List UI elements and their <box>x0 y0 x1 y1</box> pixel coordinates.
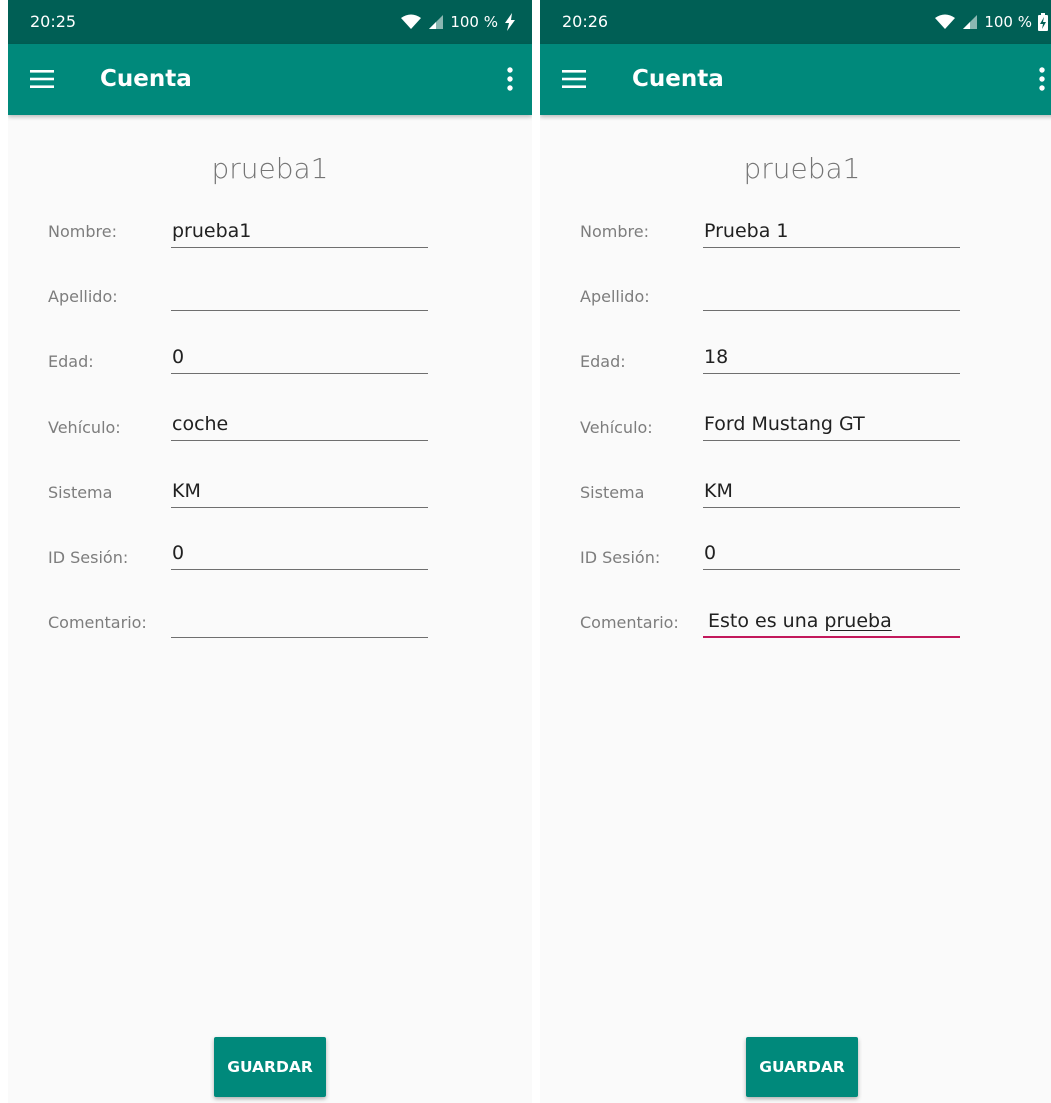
phone-screen-after: 20:26 100 % Cuenta prueba1 Nombre: Prueb… <box>540 0 1051 1103</box>
label-id-sesion: ID Sesión: <box>48 548 129 567</box>
status-time: 20:25 <box>30 12 77 31</box>
status-time: 20:26 <box>562 12 609 31</box>
battery-percent: 100 % <box>984 13 1032 31</box>
cell-signal-icon <box>963 15 978 29</box>
more-vertical-icon[interactable] <box>506 66 514 92</box>
app-bar: Cuenta <box>8 44 532 115</box>
app-bar-title: Cuenta <box>632 66 724 92</box>
label-edad: Edad: <box>580 352 626 371</box>
cell-signal-icon <box>429 15 444 29</box>
save-button[interactable]: GUARDAR <box>746 1037 858 1097</box>
label-vehiculo: Vehículo: <box>48 418 121 437</box>
app-bar-title: Cuenta <box>100 66 192 92</box>
status-bar: 20:26 100 % <box>540 0 1051 44</box>
wifi-icon <box>401 14 422 29</box>
vehiculo-field[interactable] <box>171 407 428 441</box>
account-name-heading: prueba1 <box>743 152 861 185</box>
nombre-field[interactable] <box>703 214 960 248</box>
battery-charging-icon <box>1038 13 1048 31</box>
charging-bolt-icon <box>505 13 515 31</box>
save-button[interactable]: GUARDAR <box>214 1037 326 1097</box>
comentario-text: Esto es una <box>708 610 825 632</box>
sistema-field[interactable] <box>171 474 428 508</box>
more-vertical-icon[interactable] <box>1038 66 1046 92</box>
app-bar: Cuenta <box>540 44 1051 115</box>
comentario-field[interactable]: Esto es una prueba <box>703 604 960 638</box>
label-apellido: Apellido: <box>580 287 650 306</box>
comentario-field[interactable] <box>171 604 428 638</box>
sistema-field[interactable] <box>703 474 960 508</box>
apellido-field[interactable] <box>703 277 960 311</box>
account-name-heading: prueba1 <box>211 152 329 185</box>
comentario-spellcheck-word: prueba <box>824 610 892 632</box>
label-comentario: Comentario: <box>580 613 679 632</box>
battery-percent: 100 % <box>450 13 498 31</box>
label-apellido: Apellido: <box>48 287 118 306</box>
phone-screen-before: 20:25 100 % Cuenta prueba1 Nombre: prueb… <box>8 0 532 1103</box>
status-icons: 100 % <box>934 11 1048 33</box>
vehiculo-field[interactable] <box>703 407 960 441</box>
label-comentario: Comentario: <box>48 613 147 632</box>
id-sesion-field[interactable] <box>171 536 428 570</box>
label-sistema: Sistema <box>580 483 645 502</box>
label-sistema: Sistema <box>48 483 113 502</box>
hamburger-menu-icon[interactable] <box>562 69 586 89</box>
label-nombre: Nombre: <box>48 222 117 241</box>
edad-field[interactable] <box>703 340 960 374</box>
label-edad: Edad: <box>48 352 94 371</box>
id-sesion-field[interactable] <box>703 536 960 570</box>
hamburger-menu-icon[interactable] <box>30 69 54 89</box>
apellido-field[interactable] <box>171 277 428 311</box>
label-id-sesion: ID Sesión: <box>580 548 661 567</box>
label-vehiculo: Vehículo: <box>580 418 653 437</box>
edad-field[interactable] <box>171 340 428 374</box>
status-icons: 100 % <box>400 11 516 33</box>
nombre-field[interactable] <box>171 214 428 248</box>
label-nombre: Nombre: <box>580 222 649 241</box>
wifi-icon <box>935 14 956 29</box>
status-bar: 20:25 100 % <box>8 0 532 44</box>
